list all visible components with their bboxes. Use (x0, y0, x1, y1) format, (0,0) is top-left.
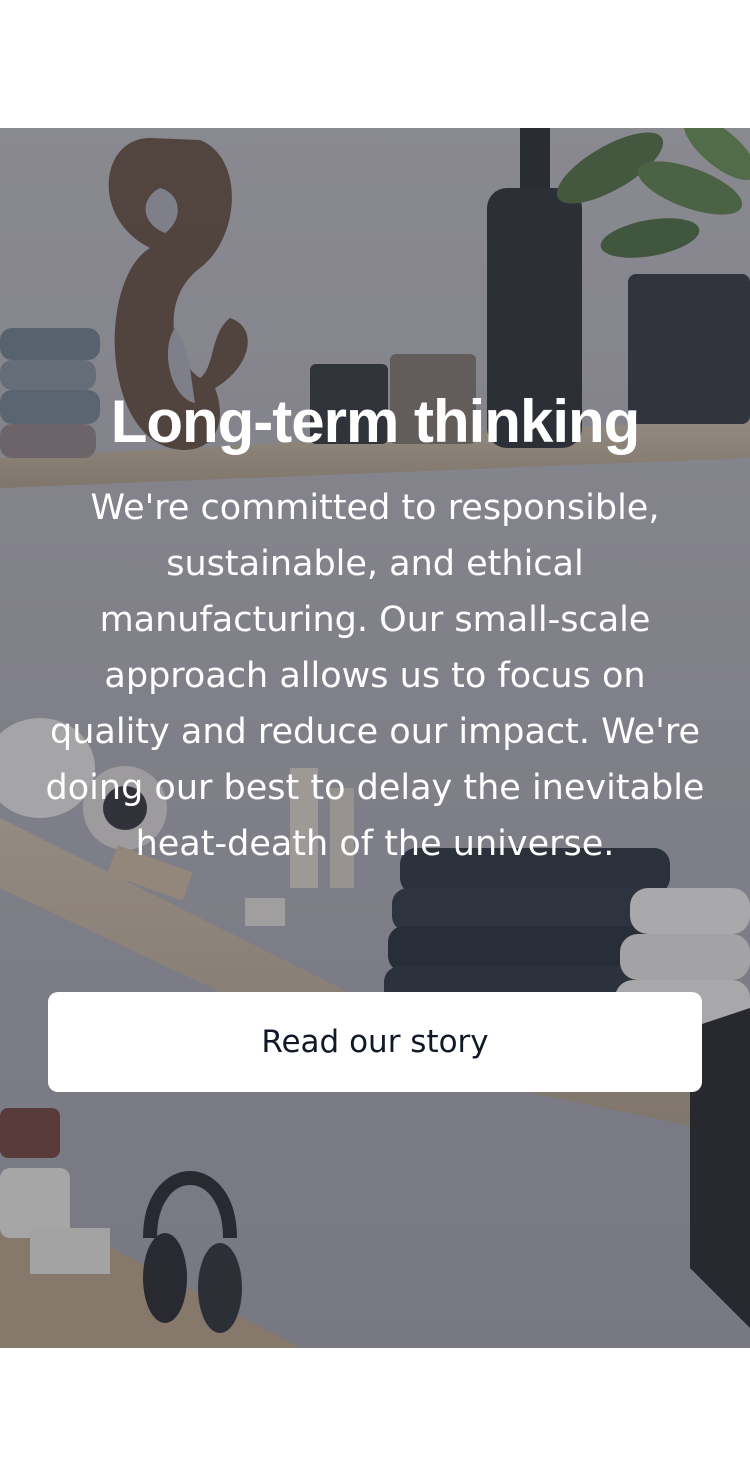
hero-description: We're committed to responsible, sustaina… (45, 488, 705, 864)
hero-section: Long-term thinking We're committed to re… (0, 128, 750, 1348)
page: Long-term thinking We're committed to re… (0, 0, 750, 1476)
read-our-story-button[interactable]: Read our story (48, 992, 702, 1092)
hero-title: Long-term thinking (110, 388, 641, 455)
hero-content: Long-term thinking We're committed to re… (0, 390, 750, 872)
